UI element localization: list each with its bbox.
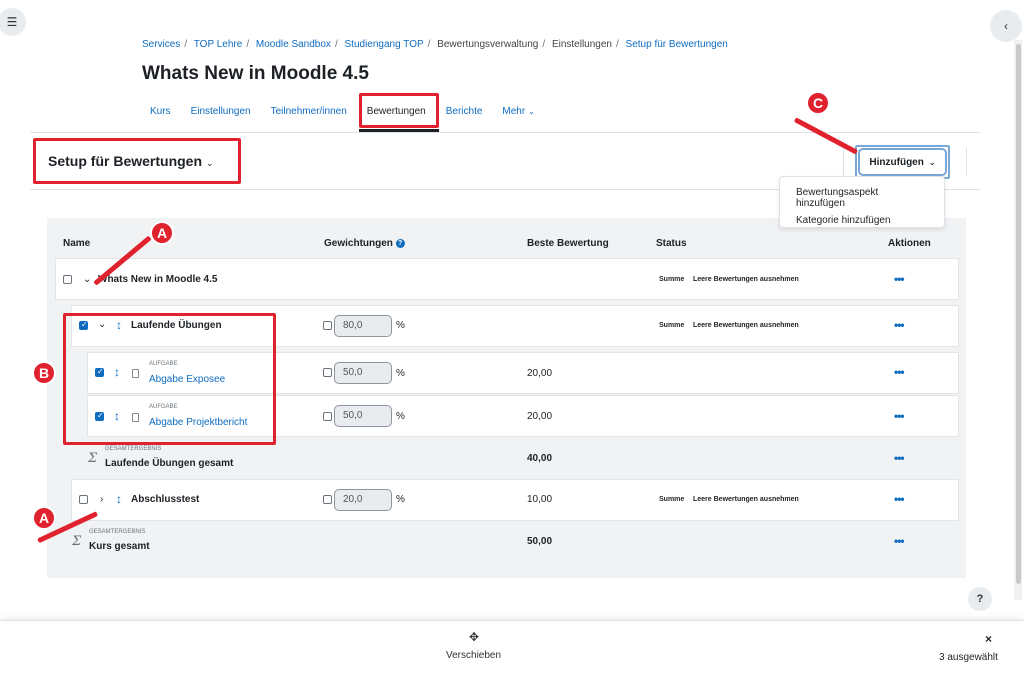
percent-label: %: [396, 411, 405, 422]
actions-menu-icon[interactable]: •••: [894, 272, 905, 286]
max-grade: 20,00: [527, 368, 553, 379]
breadcrumb-top-lehre[interactable]: TOP Lehre: [194, 39, 243, 50]
marker-a: A: [32, 506, 56, 530]
percent-label: %: [396, 320, 405, 331]
menu-item-add-category[interactable]: Kategorie hinzufügen: [780, 213, 944, 230]
total-max: 50,00: [527, 536, 553, 547]
tab-kurs[interactable]: Kurs: [142, 104, 179, 122]
chevron-down-icon[interactable]: ⌄: [83, 274, 91, 285]
sticky-footer: [0, 620, 1024, 675]
tab-mehr[interactable]: Mehr ⌄: [494, 104, 542, 122]
actions-menu-icon[interactable]: •••: [894, 492, 905, 506]
weight-override-checkbox[interactable]: [323, 412, 332, 421]
marker-b: B: [32, 361, 56, 385]
tab-einstellungen[interactable]: Einstellungen: [183, 104, 259, 122]
course-nav: Kurs Einstellungen Teilnehmer/innen Bewe…: [142, 104, 547, 122]
status-badge: Summe: [659, 496, 685, 503]
breadcrumb-setup[interactable]: Setup für Bewertungen: [626, 39, 728, 50]
list-icon: ☰: [6, 15, 18, 29]
highlight-selected-items: [63, 313, 276, 445]
move-icon[interactable]: ↕: [116, 492, 122, 506]
info-icon[interactable]: ?: [395, 238, 405, 248]
course-index-toggle[interactable]: ☰: [0, 8, 26, 36]
actions-menu-icon[interactable]: •••: [894, 365, 905, 379]
breadcrumb-studiengang[interactable]: Studiengang TOP: [345, 39, 424, 50]
total-type: GESAMTERGEBNIS: [89, 529, 146, 535]
close-icon[interactable]: ×: [985, 632, 992, 646]
highlight-setup-title: [33, 138, 241, 184]
add-menu: Bewertungsaspekt hinzufügen Kategorie hi…: [779, 176, 945, 228]
actions-menu-icon[interactable]: •••: [894, 534, 905, 548]
add-button-focus-ring: [855, 145, 950, 179]
page-title: Whats New in Moodle 4.5: [142, 63, 369, 84]
status-badge: Summe: [659, 276, 685, 283]
header-name: Name: [63, 238, 91, 249]
weight-input[interactable]: 20,0: [334, 489, 392, 511]
move-button[interactable]: Verschieben: [446, 650, 501, 661]
status-badge: Leere Bewertungen ausnehmen: [693, 496, 799, 503]
annotation-arrow: [793, 117, 858, 155]
divider: [966, 148, 967, 176]
weight-override-checkbox[interactable]: [323, 495, 332, 504]
category-checkbox[interactable]: [79, 495, 88, 504]
breadcrumb-einstellungen: Einstellungen: [551, 39, 612, 50]
total-name: Laufende Übungen gesamt: [105, 458, 234, 469]
breadcrumb: Services / TOP Lehre / Moodle Sandbox / Stu…: [142, 39, 728, 50]
category-row: [71, 479, 959, 521]
actions-menu-icon[interactable]: •••: [894, 318, 905, 332]
course-name: Whats New in Moodle 4.5: [98, 274, 218, 285]
max-grade: 10,00: [527, 494, 553, 505]
status-badge: Leere Bewertungen ausnehmen: [693, 276, 799, 283]
marker-c: C: [806, 91, 830, 115]
max-grade: 20,00: [527, 411, 553, 422]
header-max: Beste Bewertung: [527, 238, 609, 249]
actions-menu-icon[interactable]: •••: [894, 451, 905, 465]
sigma-icon: Σ: [72, 534, 82, 549]
status-badge: Summe: [659, 322, 685, 329]
chevron-left-icon: ‹: [1004, 19, 1008, 33]
header-status: Status: [656, 238, 687, 249]
weight-input[interactable]: 80,0: [334, 315, 392, 337]
tab-berichte[interactable]: Berichte: [438, 104, 491, 122]
weight-input[interactable]: 50,0: [334, 405, 392, 427]
weight-input[interactable]: 50,0: [334, 362, 392, 384]
weight-override-checkbox[interactable]: [323, 368, 332, 377]
tab-teilnehmer[interactable]: Teilnehmer/innen: [263, 104, 355, 122]
category-name: Abschlusstest: [131, 494, 200, 505]
nav-divider: [30, 132, 980, 133]
marker-a: A: [150, 221, 174, 245]
percent-label: %: [396, 494, 405, 505]
header-weights: Gewichtungen ?: [324, 238, 405, 249]
status-badge: Leere Bewertungen ausnehmen: [693, 322, 799, 329]
breadcrumb-bewertungsverwaltung: Bewertungsverwaltung: [437, 39, 539, 50]
chevron-right-icon[interactable]: ›: [100, 494, 103, 505]
breadcrumb-moodle-sandbox[interactable]: Moodle Sandbox: [256, 39, 331, 50]
chevron-down-icon: ⌄: [527, 107, 535, 116]
help-button[interactable]: ?: [968, 587, 992, 611]
total-max: 40,00: [527, 453, 553, 464]
total-name: Kurs gesamt: [89, 541, 150, 552]
breadcrumb-services[interactable]: Services: [142, 39, 180, 50]
scrollbar-thumb[interactable]: [1016, 44, 1021, 584]
header-actions: Aktionen: [888, 238, 931, 249]
menu-item-add-grade-item[interactable]: Bewertungsaspekt hinzufügen: [780, 185, 944, 213]
divider: [843, 148, 844, 176]
actions-menu-icon[interactable]: •••: [894, 409, 905, 423]
total-type: GESAMTERGEBNIS: [105, 446, 162, 452]
highlight-bewertungen-tab: [359, 93, 439, 128]
course-checkbox[interactable]: [63, 275, 72, 284]
sigma-icon: Σ: [88, 451, 98, 466]
move-icon[interactable]: ✥: [469, 630, 479, 644]
percent-label: %: [396, 368, 405, 379]
weight-override-checkbox[interactable]: [323, 321, 332, 330]
block-drawer-toggle[interactable]: ‹: [990, 10, 1022, 42]
selected-count: 3 ausgewählt: [939, 652, 998, 663]
